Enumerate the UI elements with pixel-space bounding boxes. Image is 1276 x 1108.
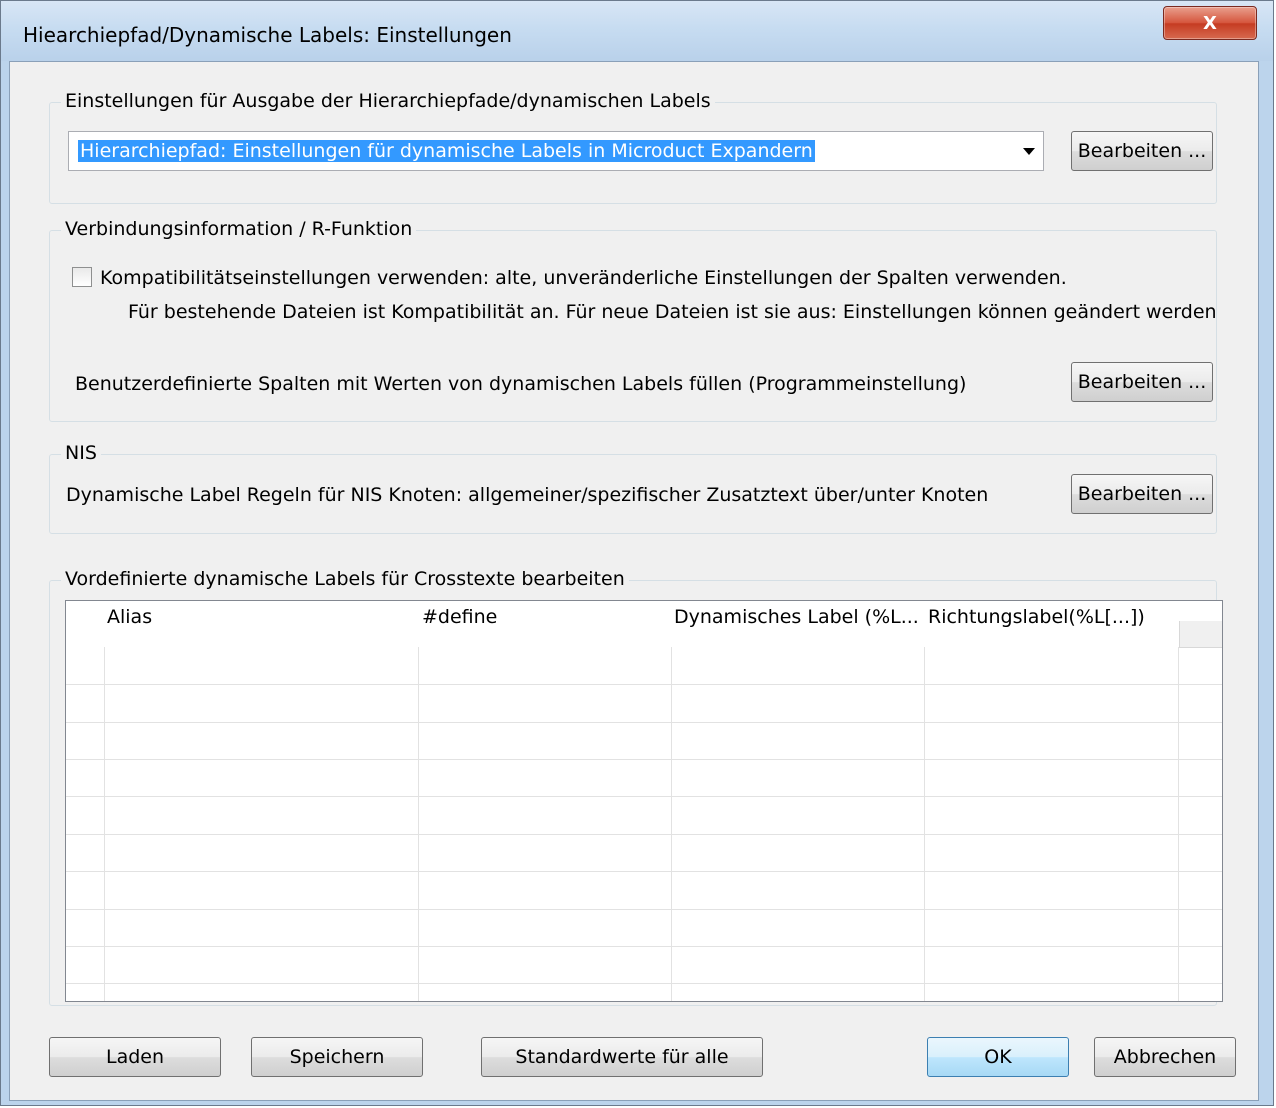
- nis-group-label: NIS: [61, 442, 101, 464]
- column-header-direction-label[interactable]: Richtungslabel(%L[...]): [928, 606, 1145, 628]
- column-divider: [418, 647, 419, 1001]
- table-row[interactable]: [66, 983, 1222, 984]
- table-row[interactable]: [66, 759, 1222, 760]
- compatibility-checkbox[interactable]: [72, 267, 92, 287]
- table-row[interactable]: [66, 871, 1222, 872]
- output-settings-group-label: Einstellungen für Ausgabe der Hierarchie…: [61, 90, 715, 112]
- column-header-alias[interactable]: Alias: [107, 606, 152, 628]
- table-row[interactable]: [66, 684, 1222, 685]
- output-settings-edit-button[interactable]: Bearbeiten ...: [1071, 131, 1213, 171]
- close-button[interactable]: X: [1163, 6, 1257, 40]
- close-icon: X: [1203, 12, 1217, 34]
- custom-columns-text: Benutzerdefinierte Spalten mit Werten vo…: [75, 373, 967, 395]
- table-row[interactable]: [66, 796, 1222, 797]
- defaults-for-all-button[interactable]: Standardwerte für alle: [481, 1037, 763, 1077]
- table-row[interactable]: [66, 722, 1222, 723]
- load-button[interactable]: Laden: [49, 1037, 221, 1077]
- table-row[interactable]: [66, 946, 1222, 947]
- column-divider: [104, 647, 105, 1001]
- cancel-button[interactable]: Abbrechen: [1094, 1037, 1236, 1077]
- table-row[interactable]: [66, 909, 1222, 910]
- connection-info-group-label: Verbindungsinformation / R-Funktion: [61, 218, 417, 240]
- column-divider: [924, 647, 925, 1001]
- column-header-define[interactable]: #define: [422, 606, 497, 628]
- table-header: Alias #define Dynamisches Label (%L... R…: [66, 601, 1179, 647]
- nis-rules-text: Dynamische Label Regeln für NIS Knoten: …: [66, 484, 989, 506]
- title-bar[interactable]: Hiearchiepfad/Dynamische Labels: Einstel…: [1, 1, 1273, 61]
- nis-rules-edit-button[interactable]: Bearbeiten ...: [1071, 474, 1213, 514]
- predefined-labels-group-label: Vordefinierte dynamische Labels für Cros…: [61, 568, 629, 590]
- table-corner-cell: [1179, 621, 1222, 648]
- column-divider: [671, 647, 672, 1001]
- chevron-down-icon[interactable]: [1023, 148, 1035, 155]
- column-divider: [1178, 647, 1179, 1001]
- output-settings-combobox[interactable]: Hierarchiepfad: Einstellungen für dynami…: [68, 131, 1044, 171]
- table-row[interactable]: [66, 834, 1222, 835]
- custom-columns-edit-button[interactable]: Bearbeiten ...: [1071, 362, 1213, 402]
- save-button[interactable]: Speichern: [251, 1037, 423, 1077]
- ok-button[interactable]: OK: [927, 1037, 1069, 1077]
- compatibility-note: Für bestehende Dateien ist Kompatibilitä…: [128, 301, 1217, 323]
- window-title: Hiearchiepfad/Dynamische Labels: Einstel…: [23, 23, 512, 47]
- column-header-dynamic-label[interactable]: Dynamisches Label (%L...: [674, 606, 919, 628]
- dialog-client-area: Einstellungen für Ausgabe der Hierarchie…: [9, 61, 1259, 1101]
- compatibility-checkbox-label[interactable]: Kompatibilitätseinstellungen verwenden: …: [100, 267, 1067, 289]
- predefined-labels-table[interactable]: Alias #define Dynamisches Label (%L... R…: [65, 600, 1223, 1002]
- dialog-window: Hiearchiepfad/Dynamische Labels: Einstel…: [0, 0, 1274, 1106]
- output-settings-combobox-value: Hierarchiepfad: Einstellungen für dynami…: [78, 140, 815, 162]
